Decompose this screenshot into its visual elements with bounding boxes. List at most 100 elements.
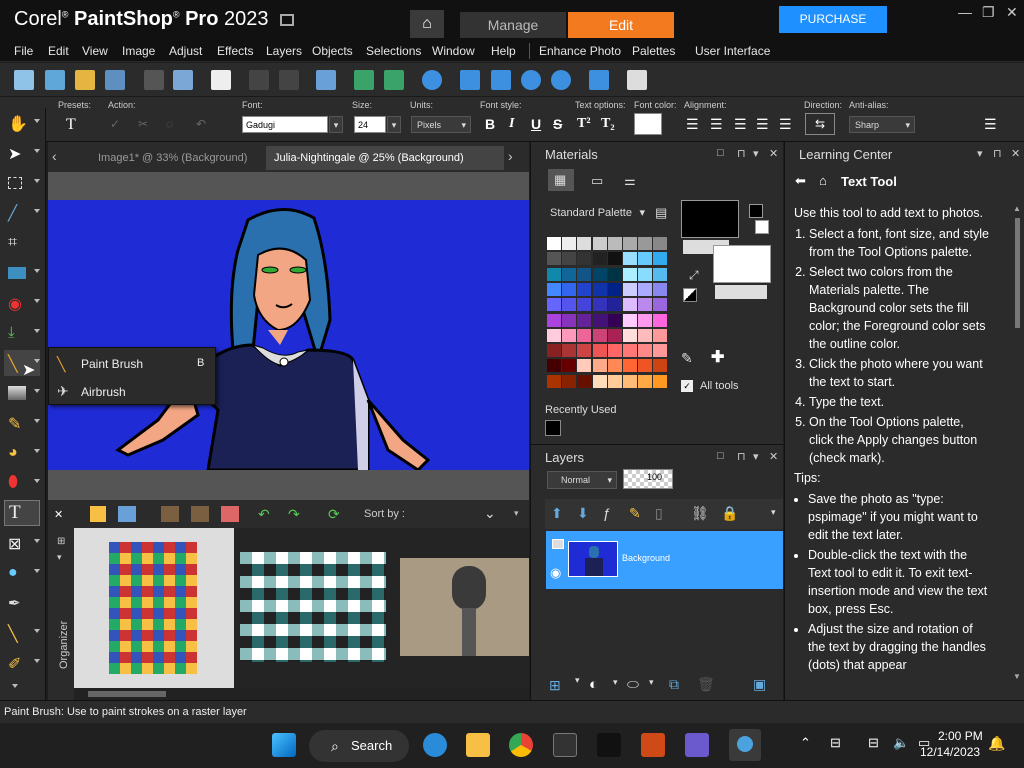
makeover-tool[interactable]: ⤓ [4, 320, 40, 346]
move-down-icon[interactable]: ⬇ [577, 505, 589, 522]
font-color-swatch[interactable] [634, 113, 662, 135]
swatch-4-3[interactable] [592, 298, 607, 312]
terminal-icon[interactable] [553, 733, 577, 757]
redo-disabled-icon[interactable] [279, 70, 299, 90]
swatch-0-1[interactable] [562, 237, 577, 250]
pin-icon[interactable]: ⊞ [57, 536, 65, 547]
purchase-button[interactable]: PURCHASE [779, 6, 887, 33]
swatch-8-2[interactable] [577, 359, 592, 373]
visibility-eye-icon[interactable]: ◉ [550, 565, 561, 581]
chevron-down-icon[interactable]: ▾ [575, 675, 580, 686]
swatch-7-3[interactable] [592, 344, 607, 358]
swatch-3-6[interactable] [638, 282, 653, 296]
adjustment-layer-icon[interactable]: ◐ [589, 676, 598, 693]
swatch-5-4[interactable] [607, 313, 622, 327]
swatch-9-4[interactable] [607, 374, 622, 388]
remove-text-icon[interactable]: ◌ [166, 117, 173, 131]
merge-icon[interactable]: ⧉ [669, 676, 679, 693]
swatch-4-5[interactable] [623, 298, 637, 312]
chrome-icon[interactable] [509, 733, 533, 757]
swatch-9-2[interactable] [577, 374, 592, 388]
layer-properties-icon[interactable]: ▣ [753, 676, 766, 693]
align-right-icon[interactable]: ☰ [734, 116, 747, 133]
tray-app-icon[interactable]: ⊟ [830, 735, 841, 751]
tab-edit[interactable]: Edit [568, 12, 674, 38]
swatch-0-6[interactable] [638, 237, 653, 250]
brush-icon[interactable] [191, 506, 209, 522]
font-dropdown-icon[interactable]: ▾ [329, 116, 343, 133]
app-icon[interactable] [597, 733, 621, 757]
swatch-3-0[interactable] [547, 282, 561, 296]
pen-tool[interactable]: ✒ [4, 590, 40, 616]
tray-chevron-icon[interactable]: ⌃ [800, 735, 811, 751]
dropper-icon[interactable]: ✎ [681, 350, 693, 367]
swatch-0-5[interactable] [623, 237, 637, 250]
warp-brush-tool[interactable]: ╲ [4, 620, 40, 646]
rotate-left-icon[interactable]: ↶ [258, 506, 276, 522]
file-explorer-icon[interactable] [466, 733, 490, 757]
tab-manage[interactable]: Manage [460, 12, 566, 38]
menu-help[interactable]: Help [491, 44, 516, 58]
dodge-tool[interactable]: ◕ [4, 440, 40, 466]
swatch-4-0[interactable] [547, 298, 561, 312]
redo-icon[interactable] [384, 70, 404, 90]
swatch-1-2[interactable] [577, 252, 592, 266]
undo-text-icon[interactable]: ↶ [196, 117, 206, 131]
size-input[interactable]: 24 [354, 116, 386, 133]
swatch-2-1[interactable] [562, 267, 577, 281]
doc-tab-julia[interactable]: Julia-Nightingale @ 25% (Background) [266, 146, 504, 170]
swatch-9-1[interactable] [562, 374, 577, 388]
swatch-2-7[interactable] [653, 267, 668, 281]
more-tools[interactable] [4, 680, 40, 694]
swatch-2-4[interactable] [607, 267, 622, 281]
swatch-9-3[interactable] [592, 374, 607, 388]
swatch-1-0[interactable] [547, 252, 561, 266]
thumbnail-emu[interactable] [400, 558, 529, 656]
swatch-2-3[interactable] [592, 267, 607, 281]
menu-window[interactable]: Window [432, 44, 475, 58]
taskbar-search[interactable]: ⌕ Search [309, 730, 409, 762]
close-icon[interactable]: ✕ [1011, 147, 1020, 160]
scrollbar-thumb[interactable] [88, 691, 166, 697]
swatch-5-0[interactable] [547, 313, 561, 327]
ellipse-tool[interactable]: ● [4, 560, 40, 586]
chevron-down-icon[interactable]: ▾ [613, 677, 618, 688]
rotate-right-icon[interactable]: ↷ [288, 506, 306, 522]
pin-icon[interactable]: ⊓ [993, 147, 1002, 160]
menu-icon[interactable]: ▾ [977, 147, 983, 160]
menu-palettes[interactable]: Palettes [632, 44, 675, 58]
swatch-8-0[interactable] [547, 359, 561, 373]
straighten-tool[interactable] [4, 260, 40, 286]
paintshop-taskbar-icon[interactable] [729, 729, 761, 761]
zoom-in-icon[interactable] [551, 70, 571, 90]
swatch-8-4[interactable] [607, 359, 622, 373]
all-tools-checkbox[interactable]: ✓ [681, 380, 693, 392]
eraser-tool[interactable]: ✎ [4, 410, 40, 436]
frame-tab[interactable]: ▦ [548, 169, 574, 191]
blend-mode-select[interactable]: Normal ▾ [547, 471, 617, 489]
selection-tool[interactable] [4, 170, 40, 196]
mask-icon[interactable]: ▯ [655, 505, 663, 522]
swatch-1-3[interactable] [592, 252, 607, 266]
swatch-8-7[interactable] [653, 359, 668, 373]
strikethrough-button[interactable]: S [553, 116, 562, 132]
reset-colors-icon[interactable] [683, 288, 697, 302]
new-file-icon[interactable] [14, 70, 34, 90]
swatch-6-1[interactable] [562, 328, 577, 342]
units-select[interactable]: Pixels ▾ [411, 116, 471, 133]
menu-adjust[interactable]: Adjust [169, 44, 202, 58]
palette-select[interactable]: Standard Palette ▾ [547, 203, 649, 223]
menu-view[interactable]: View [82, 44, 108, 58]
menu-enhance-photo[interactable]: Enhance Photo [539, 44, 621, 58]
minimize-icon[interactable]: — [958, 4, 972, 20]
save-as-icon[interactable] [173, 70, 193, 90]
swatch-2-6[interactable] [638, 267, 653, 281]
undo-icon[interactable] [354, 70, 374, 90]
swatch-1-7[interactable] [653, 252, 668, 266]
scroll-up-icon[interactable]: ▲ [1013, 204, 1021, 213]
info-icon[interactable] [422, 70, 442, 90]
swatch-6-7[interactable] [653, 328, 668, 342]
swatch-7-7[interactable] [653, 344, 668, 358]
chevron-down-icon[interactable]: ▾ [57, 552, 62, 563]
close-icon[interactable]: ✕ [769, 147, 778, 160]
